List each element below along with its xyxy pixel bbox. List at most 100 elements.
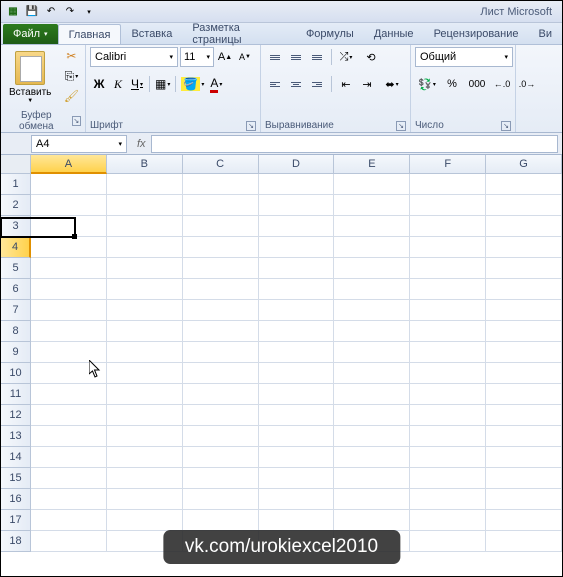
cell[interactable] — [259, 468, 335, 489]
row-header[interactable]: 12 — [1, 405, 31, 426]
save-icon[interactable]: 💾 — [24, 4, 40, 20]
cell[interactable] — [31, 510, 107, 531]
cell[interactable] — [259, 510, 335, 531]
italic-button[interactable]: К — [109, 74, 127, 94]
cell[interactable] — [334, 195, 410, 216]
align-center-icon[interactable] — [286, 74, 306, 94]
cell[interactable] — [107, 363, 183, 384]
cell[interactable] — [107, 510, 183, 531]
cell[interactable] — [486, 384, 562, 405]
cell[interactable] — [486, 426, 562, 447]
cell[interactable] — [107, 405, 183, 426]
tab-insert[interactable]: Вставка — [121, 24, 182, 44]
align-right-icon[interactable] — [307, 74, 327, 94]
cell[interactable] — [31, 468, 107, 489]
cell[interactable] — [259, 258, 335, 279]
cell[interactable] — [107, 384, 183, 405]
cell[interactable] — [31, 279, 107, 300]
cell[interactable] — [410, 510, 486, 531]
cell[interactable] — [486, 447, 562, 468]
cell[interactable] — [107, 174, 183, 195]
increase-indent-icon[interactable]: ⇥ — [357, 74, 377, 94]
cell[interactable] — [183, 174, 259, 195]
alignment-launcher[interactable]: ↘ — [396, 121, 406, 131]
row-header[interactable]: 3 — [1, 216, 31, 237]
row-header[interactable]: 13 — [1, 426, 31, 447]
cell[interactable] — [183, 363, 259, 384]
cell[interactable] — [183, 195, 259, 216]
cell[interactable] — [334, 258, 410, 279]
cell[interactable] — [31, 489, 107, 510]
cell[interactable] — [334, 447, 410, 468]
align-middle-icon[interactable] — [286, 47, 306, 67]
decrease-decimal-icon[interactable]: .0→ — [515, 74, 539, 94]
cell[interactable] — [259, 489, 335, 510]
cell[interactable] — [259, 447, 335, 468]
cell[interactable] — [31, 237, 107, 258]
column-header[interactable]: B — [107, 155, 183, 174]
row-header[interactable]: 4 — [1, 237, 31, 258]
cell[interactable] — [334, 363, 410, 384]
number-format-combo[interactable]: Общий▾ — [415, 47, 513, 67]
cell[interactable] — [486, 300, 562, 321]
cell[interactable] — [486, 468, 562, 489]
cell[interactable] — [31, 531, 107, 552]
row-header[interactable]: 9 — [1, 342, 31, 363]
column-header[interactable]: G — [486, 155, 562, 174]
cell[interactable] — [183, 342, 259, 363]
cell[interactable] — [183, 300, 259, 321]
cell[interactable] — [334, 300, 410, 321]
fx-icon[interactable]: fx — [131, 138, 151, 150]
cell[interactable] — [183, 321, 259, 342]
cell[interactable] — [486, 216, 562, 237]
row-header[interactable]: 8 — [1, 321, 31, 342]
cell[interactable] — [31, 426, 107, 447]
cell[interactable] — [486, 489, 562, 510]
fill-color-button[interactable]: 🪣▾ — [179, 74, 206, 94]
tab-view[interactable]: Ви — [529, 24, 562, 44]
cell[interactable] — [31, 405, 107, 426]
tab-review[interactable]: Рецензирование — [424, 24, 529, 44]
cells-area[interactable] — [31, 174, 562, 575]
cell[interactable] — [334, 321, 410, 342]
cell[interactable] — [334, 489, 410, 510]
cell[interactable] — [410, 405, 486, 426]
cell[interactable] — [31, 447, 107, 468]
row-header[interactable]: 1 — [1, 174, 31, 195]
cell[interactable] — [486, 195, 562, 216]
cell[interactable] — [259, 363, 335, 384]
font-launcher[interactable]: ↘ — [246, 121, 256, 131]
cell[interactable] — [183, 468, 259, 489]
cell[interactable] — [410, 531, 486, 552]
cell[interactable] — [259, 321, 335, 342]
cell[interactable] — [334, 237, 410, 258]
cell[interactable] — [486, 321, 562, 342]
formula-input[interactable] — [151, 135, 558, 153]
cell[interactable] — [410, 489, 486, 510]
font-name-combo[interactable]: Calibri▾ — [90, 47, 178, 67]
row-header[interactable]: 5 — [1, 258, 31, 279]
cell[interactable] — [410, 195, 486, 216]
cell[interactable] — [107, 489, 183, 510]
align-top-icon[interactable] — [265, 47, 285, 67]
cell[interactable] — [183, 489, 259, 510]
row-header[interactable]: 18 — [1, 531, 31, 552]
excel-icon[interactable]: ▦ — [5, 4, 21, 20]
column-header[interactable]: C — [183, 155, 259, 174]
cell[interactable] — [31, 342, 107, 363]
cell[interactable] — [183, 258, 259, 279]
select-all-corner[interactable] — [1, 155, 31, 174]
cell[interactable] — [410, 426, 486, 447]
cell[interactable] — [183, 279, 259, 300]
cell[interactable] — [334, 426, 410, 447]
cell[interactable] — [410, 321, 486, 342]
cell[interactable] — [107, 216, 183, 237]
cell[interactable] — [183, 237, 259, 258]
cell[interactable] — [183, 216, 259, 237]
cell[interactable] — [107, 426, 183, 447]
align-left-icon[interactable] — [265, 74, 285, 94]
comma-icon[interactable]: 000 — [465, 74, 489, 94]
row-header[interactable]: 10 — [1, 363, 31, 384]
borders-button[interactable]: ▦▾ — [153, 74, 172, 94]
cell[interactable] — [334, 174, 410, 195]
